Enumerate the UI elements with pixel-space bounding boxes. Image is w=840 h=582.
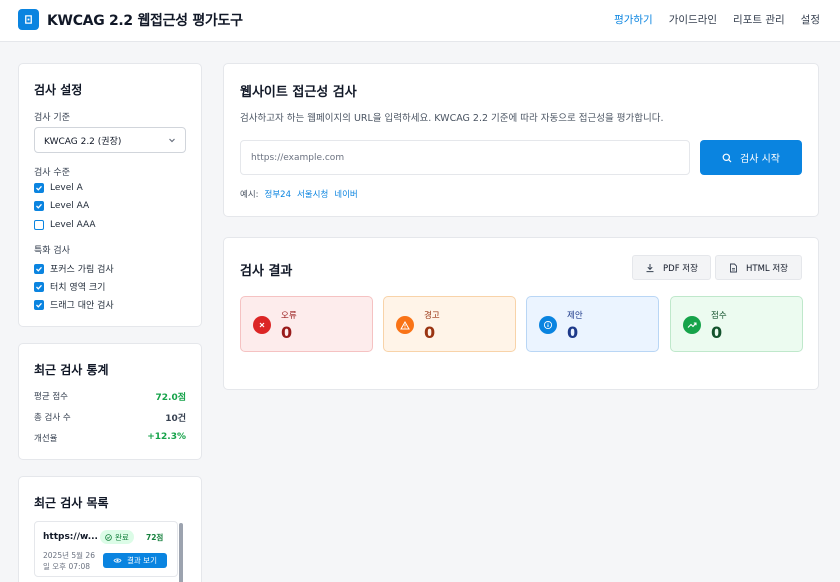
history-date-line: 일 오후 07:08: [43, 562, 91, 571]
metric-label: 경고: [424, 311, 440, 321]
x-circle-icon: [253, 316, 271, 334]
drag-alt-label: 드래그 대안 검사: [50, 301, 114, 311]
stat-value: 72.0점: [155, 393, 187, 403]
level-aa-label: Level AA: [50, 201, 90, 211]
history-title: 최근 검사 목록: [34, 496, 109, 510]
metric-value: 0: [281, 323, 293, 342]
check-circle-icon: [105, 533, 112, 541]
level-a-label: Level A: [50, 183, 83, 193]
url-placeholder: https://example.com: [251, 152, 345, 163]
view-result-label: 결과 보기: [127, 556, 157, 565]
top-nav: 평가하기 가이드라인 리포트 관리 설정: [614, 12, 820, 27]
html-save-label: HTML 저장: [746, 263, 788, 274]
metric-error: 오류 0: [240, 296, 373, 352]
start-check-button[interactable]: 검사 시작: [700, 140, 802, 175]
nav-guidelines[interactable]: 가이드라인: [669, 12, 717, 27]
history-date-line: 2025년 5월 26: [43, 551, 95, 560]
checkbox-checked-icon: [34, 281, 44, 292]
settings-title: 검사 설정: [34, 83, 83, 97]
focus-check-checkbox[interactable]: 포커스 가림 검사: [34, 262, 114, 275]
examples-label: 예시:: [240, 190, 259, 200]
results-title: 검사 결과: [240, 264, 293, 279]
stat-value: +12.3%: [147, 432, 186, 442]
checkbox-checked-icon: [34, 299, 44, 310]
stats-panel: 최근 검사 통계 평균 점수 72.0점 총 검사 수 10건 개선율 +12.…: [18, 343, 202, 460]
metric-score: 점수 0: [670, 296, 803, 352]
metric-label: 제안: [567, 311, 583, 321]
view-result-button[interactable]: 결과 보기: [103, 553, 167, 568]
metric-value: 0: [567, 323, 579, 342]
app-title: KWCAG 2.2 웹접근성 평가도구: [47, 13, 243, 29]
stat-value: 10건: [165, 414, 186, 424]
special-label: 특화 검사: [34, 246, 70, 256]
stats-title: 최근 검사 통계: [34, 363, 109, 377]
checkbox-checked-icon: [34, 183, 44, 193]
touch-size-checkbox[interactable]: 터치 영역 크기: [34, 280, 105, 293]
example-link[interactable]: 네이버: [334, 188, 357, 200]
checkbox-checked-icon: [34, 263, 44, 274]
results-panel: 검사 결과 PDF 저장 HTML 저장 오류 0 경고 0 제안 0 점수 0: [223, 237, 819, 390]
search-icon: [722, 153, 732, 162]
trend-up-icon: [683, 316, 701, 334]
history-url: https://w...: [43, 532, 98, 542]
history-score: 72점: [146, 533, 164, 542]
history-item[interactable]: https://w... 완료 72점 2025년 5월 26 일 오후 07:…: [34, 521, 178, 577]
drag-alt-checkbox[interactable]: 드래그 대안 검사: [34, 298, 114, 311]
standard-select-value: KWCAG 2.2 (권장): [44, 136, 122, 147]
level-aaa-label: Level AAA: [50, 220, 96, 230]
checkbox-unchecked-icon: [34, 220, 44, 230]
stat-label: 평균 점수: [34, 392, 68, 402]
metric-suggestion: 제안 0: [526, 296, 659, 352]
stat-row-average: 평균 점수 72.0점: [34, 390, 186, 403]
eye-icon: [113, 558, 122, 563]
top-header: KWCAG 2.2 웹접근성 평가도구 평가하기 가이드라인 리포트 관리 설정: [0, 0, 840, 42]
pdf-save-label: PDF 저장: [663, 263, 698, 274]
nav-reports[interactable]: 리포트 관리: [733, 12, 785, 27]
metric-label: 점수: [711, 311, 727, 321]
info-icon: [539, 316, 557, 334]
stat-row-improvement: 개선율 +12.3%: [34, 432, 186, 444]
stat-label: 개선율: [34, 434, 58, 444]
file-icon: [730, 263, 737, 272]
standard-label: 검사 기준: [34, 113, 70, 123]
history-panel: 최근 검사 목록 https://w... 완료 72점 2025년 5월 26…: [18, 476, 202, 582]
settings-panel: 검사 설정 검사 기준 KWCAG 2.2 (권장) 검사 수준 Level A…: [18, 63, 202, 327]
history-scrollbar[interactable]: [179, 523, 183, 582]
url-input[interactable]: https://example.com: [240, 140, 690, 175]
app-logo-icon[interactable]: [18, 9, 39, 30]
html-save-button[interactable]: HTML 저장: [715, 255, 802, 280]
example-link[interactable]: 서울시청: [297, 188, 328, 200]
metric-label: 오류: [281, 311, 297, 321]
stat-label: 총 검사 수: [34, 413, 71, 423]
level-aa-checkbox[interactable]: Level AA: [34, 201, 89, 211]
metric-value: 0: [424, 323, 436, 342]
nav-evaluate[interactable]: 평가하기: [614, 12, 653, 27]
chevron-down-icon: [169, 138, 175, 143]
examples-row: 예시: 정부24 서울시청 네이버: [240, 188, 358, 200]
check-title: 웹사이트 접근성 검사: [240, 85, 357, 100]
warning-icon: [396, 316, 414, 334]
start-check-label: 검사 시작: [740, 154, 780, 165]
url-check-panel: 웹사이트 접근성 검사 검사하고자 하는 웹페이지의 URL을 입력하세요. K…: [223, 63, 819, 217]
level-a-checkbox[interactable]: Level A: [34, 183, 83, 193]
nav-settings[interactable]: 설정: [801, 12, 820, 27]
pdf-save-button[interactable]: PDF 저장: [632, 255, 711, 280]
level-aaa-checkbox[interactable]: Level AAA: [34, 220, 96, 230]
metric-warning: 경고 0: [383, 296, 516, 352]
status-label: 완료: [115, 532, 129, 542]
checkbox-checked-icon: [34, 201, 44, 211]
download-icon: [646, 263, 654, 272]
example-link[interactable]: 정부24: [265, 188, 291, 200]
focus-check-label: 포커스 가림 검사: [50, 265, 114, 275]
standard-select[interactable]: KWCAG 2.2 (권장): [34, 127, 186, 153]
status-badge: 완료: [100, 530, 134, 544]
metric-value: 0: [711, 323, 723, 342]
stat-row-total: 총 검사 수 10건: [34, 411, 186, 424]
check-description: 검사하고자 하는 웹페이지의 URL을 입력하세요. KWCAG 2.2 기준에…: [240, 113, 664, 124]
level-label: 검사 수준: [34, 168, 70, 178]
history-date: 2025년 5월 26 일 오후 07:08: [43, 550, 95, 572]
touch-size-label: 터치 영역 크기: [50, 283, 106, 293]
